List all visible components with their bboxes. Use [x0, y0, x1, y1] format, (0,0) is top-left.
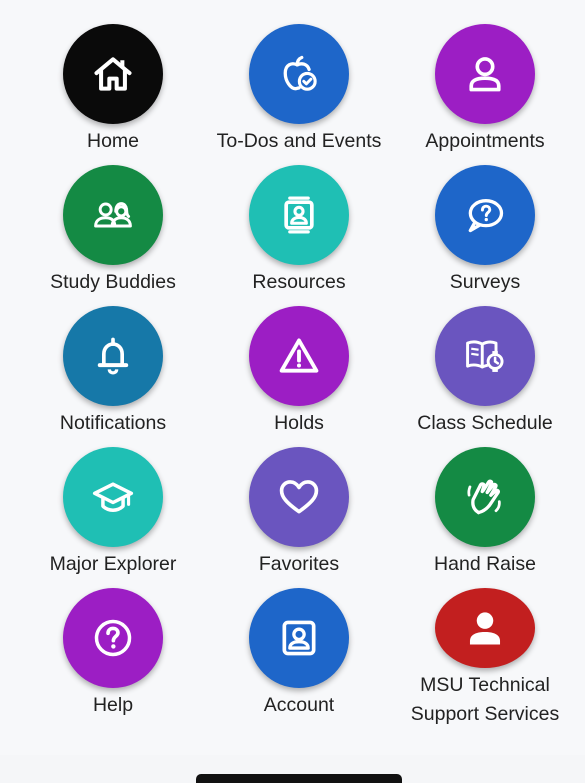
tile-home[interactable]: Home — [20, 24, 206, 165]
tile-surveys[interactable]: Surveys — [392, 165, 578, 306]
tile-class-schedule[interactable]: Class Schedule — [392, 306, 578, 447]
bell-icon — [97, 337, 129, 375]
tile-label-line-1: MSU Technical — [420, 674, 550, 696]
tile-label: Major Explorer — [49, 553, 177, 575]
tile-favorites[interactable]: Favorites — [206, 447, 392, 588]
question-bubble-icon — [468, 199, 504, 233]
favorites-circle[interactable] — [249, 447, 349, 547]
home-indicator[interactable] — [196, 774, 402, 783]
todos-circle[interactable] — [249, 24, 349, 124]
account-circle[interactable] — [249, 588, 349, 688]
major-explorer-circle[interactable] — [63, 447, 163, 547]
apple-check-icon — [283, 55, 317, 91]
tile-label: Study Buddies — [50, 271, 176, 293]
tile-label: Surveys — [449, 271, 521, 293]
user-solid-icon — [469, 612, 501, 645]
study-buddies-circle[interactable] — [63, 165, 163, 265]
tile-appointments[interactable]: Appointments — [392, 24, 578, 165]
appointments-circle[interactable] — [435, 24, 535, 124]
tile-label: Resources — [252, 271, 346, 293]
house-icon — [94, 57, 132, 91]
app-menu-grid: Home To-Dos and Events Appointments Stud… — [0, 24, 585, 729]
tile-major-explorer[interactable]: Major Explorer — [20, 447, 206, 588]
class-schedule-circle[interactable] — [435, 306, 535, 406]
profile-card-icon — [284, 196, 314, 234]
tile-study-buddies[interactable]: Study Buddies — [20, 165, 206, 306]
tile-label: Favorites — [258, 553, 340, 575]
holds-circle[interactable] — [249, 306, 349, 406]
tile-notifications[interactable]: Notifications — [20, 306, 206, 447]
tile-label: Holds — [274, 412, 324, 434]
tile-label: Notifications — [59, 412, 167, 434]
notifications-circle[interactable] — [63, 306, 163, 406]
tile-holds[interactable]: Holds — [206, 306, 392, 447]
resources-circle[interactable] — [249, 165, 349, 265]
book-clock-icon — [466, 340, 504, 372]
person-icon — [469, 57, 501, 92]
help-icon — [94, 619, 132, 657]
tile-label: To-Dos and Events — [216, 130, 382, 152]
tile-label: Home — [86, 130, 140, 152]
help-circle[interactable] — [63, 588, 163, 688]
tile-msu-technical-support[interactable]: MSU Technical Support Services — [392, 588, 578, 729]
tile-resources[interactable]: Resources — [206, 165, 392, 306]
graduation-cap-icon — [92, 482, 134, 512]
support-circle[interactable] — [435, 588, 535, 668]
surveys-circle[interactable] — [435, 165, 535, 265]
tile-label: Class Schedule — [417, 412, 553, 434]
tile-label: Account — [263, 694, 335, 716]
tile-label: Hand Raise — [434, 553, 536, 575]
hand-raise-circle[interactable] — [435, 447, 535, 547]
tile-account[interactable]: Account — [206, 588, 392, 729]
tile-help[interactable]: Help — [20, 588, 206, 729]
people-icon — [94, 202, 132, 228]
hand-wave-icon — [467, 479, 501, 515]
tile-label-line-2: Support Services — [410, 703, 560, 725]
tile-hand-raise[interactable]: Hand Raise — [392, 447, 578, 588]
heart-icon — [279, 480, 319, 514]
tile-todos-and-events[interactable]: To-Dos and Events — [206, 24, 392, 165]
tile-label: Appointments — [425, 130, 545, 152]
tile-label: Help — [92, 694, 134, 716]
account-portrait-icon — [282, 620, 316, 656]
warning-icon — [279, 338, 319, 373]
home-circle[interactable] — [63, 24, 163, 124]
